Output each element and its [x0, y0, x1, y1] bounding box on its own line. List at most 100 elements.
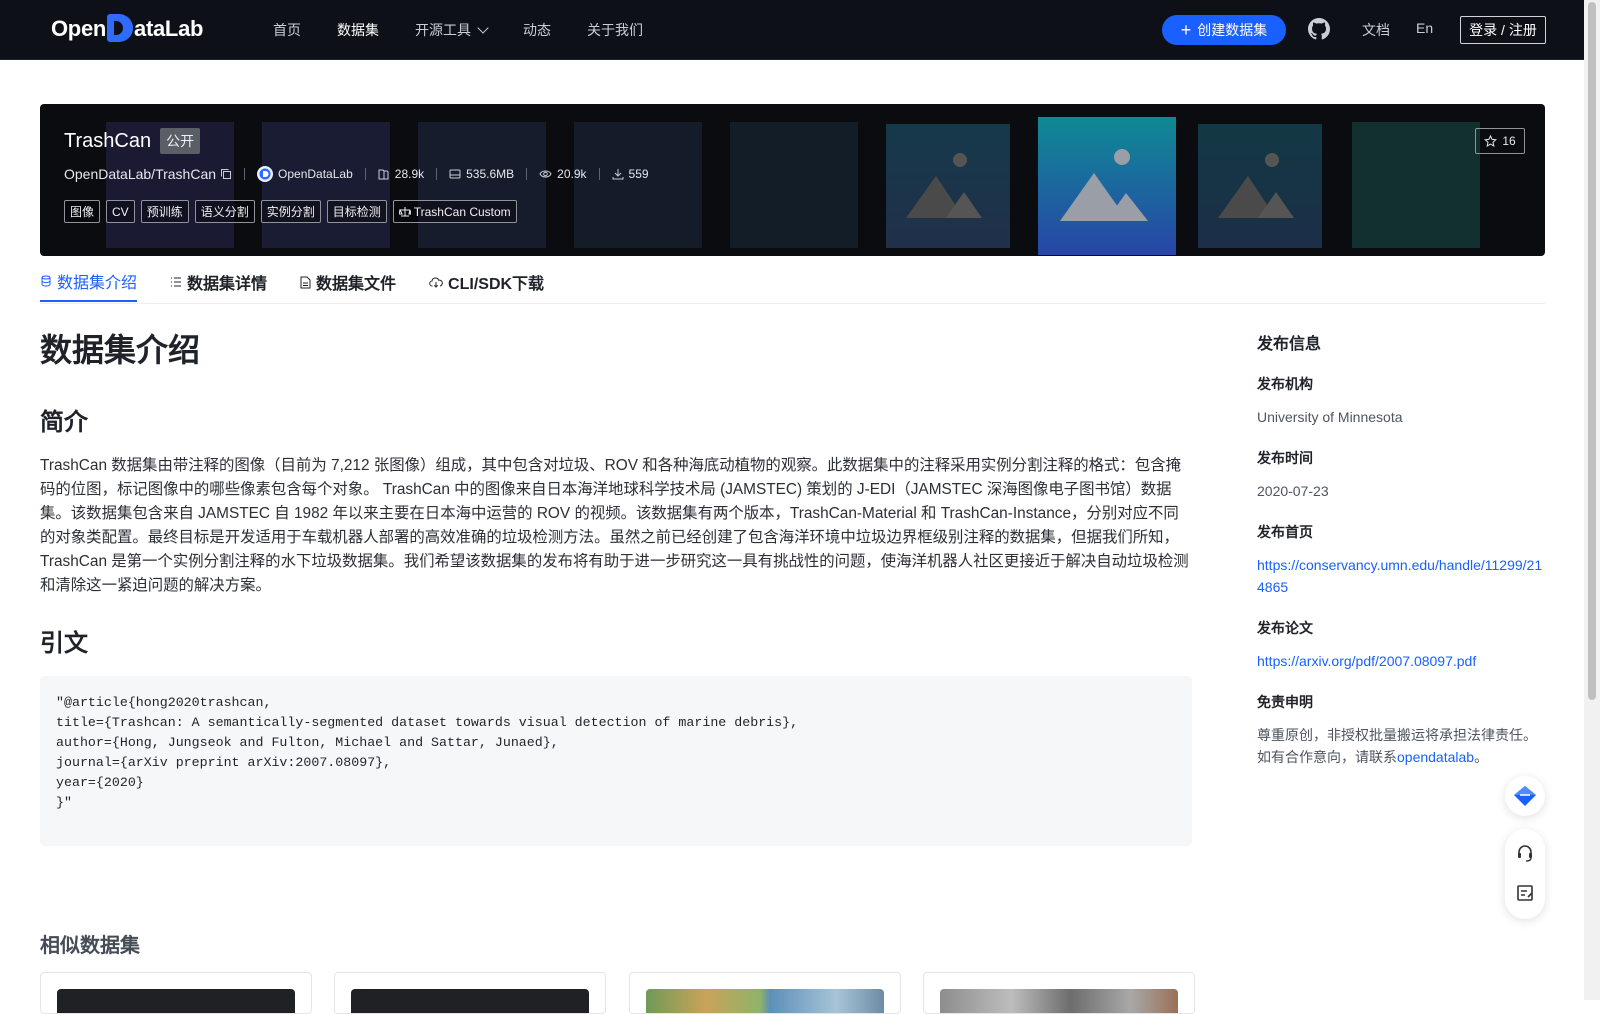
eye-icon: [539, 170, 552, 178]
citation-code-block[interactable]: "@article{hong2020trashcan, title={Trash…: [40, 676, 1192, 846]
tab-details[interactable]: 数据集详情: [170, 262, 267, 302]
meta-divider: [526, 168, 528, 180]
file-count-value: 28.9k: [394, 167, 425, 181]
license-icon: [398, 207, 411, 217]
contact-link[interactable]: opendatalab: [1397, 749, 1474, 765]
disclaimer-text: 尊重原创，非授权批量搬运将承担法律责任。 如有合作意向，请联系opendatal…: [1257, 724, 1547, 768]
page-scrollbar[interactable]: [1584, 0, 1600, 1000]
tag[interactable]: 实例分割: [260, 200, 321, 223]
logo-d-mark: [107, 14, 134, 42]
list-icon: [171, 277, 182, 287]
login-register-button[interactable]: 登录 / 注册: [1460, 16, 1546, 44]
logo-text-right: ataLab: [134, 16, 204, 41]
tag[interactable]: 图像: [64, 200, 101, 223]
date-value: 2020-07-23: [1257, 483, 1329, 499]
opendatalab-logo[interactable]: Open ataLab: [51, 14, 203, 44]
ai-assistant-button[interactable]: [1505, 776, 1545, 816]
homepage-link[interactable]: https://conservancy.umn.edu/handle/11299…: [1257, 554, 1547, 598]
similar-dataset-card[interactable]: [334, 972, 606, 1014]
tab-files[interactable]: 数据集文件: [300, 262, 396, 302]
nav-item-open-tools-label: 开源工具: [415, 21, 471, 38]
dataset-size-value: 535.6MB: [466, 167, 515, 181]
feedback-icon[interactable]: [1515, 883, 1535, 903]
publisher[interactable]: OpenDataLab: [257, 166, 353, 182]
file-icon: [300, 276, 311, 288]
database-icon: [41, 275, 51, 287]
dataset-banner: TrashCan 公开 OpenDataLab/TrashCan OpenDat…: [40, 104, 1545, 256]
tag[interactable]: 目标检测: [326, 200, 387, 223]
paper-label: 发布论文: [1257, 620, 1313, 636]
nav-item-about-label: 关于我们: [587, 21, 643, 38]
chevron-down-icon: [477, 21, 489, 34]
view-count-value: 20.9k: [557, 167, 587, 181]
image-placeholder-icon: [1198, 124, 1322, 248]
nav-item-home[interactable]: 首页: [273, 20, 301, 40]
tag[interactable]: 预训练: [140, 200, 189, 223]
tag[interactable]: CV: [106, 200, 135, 223]
star-icon: [1484, 134, 1498, 147]
intro-text: TrashCan 数据集由带注释的图像（目前为 7,212 张图像）组成，其中包…: [40, 457, 1189, 594]
banner-thumb: [262, 122, 390, 248]
tag[interactable]: 语义分割: [194, 200, 255, 223]
language-switch[interactable]: En: [1416, 20, 1433, 36]
nav-item-datasets[interactable]: 数据集: [337, 20, 379, 40]
view-count: 20.9k: [539, 167, 587, 181]
tab-files-label: 数据集文件: [316, 276, 397, 293]
publisher-name: OpenDataLab: [278, 167, 353, 181]
similar-dataset-card[interactable]: [40, 972, 312, 1014]
tab-cli-sdk[interactable]: CLI/SDK下载: [429, 262, 544, 302]
nav-item-open-tools[interactable]: 开源工具: [415, 20, 489, 40]
download-count-value: 559: [628, 167, 649, 181]
create-dataset-button[interactable]: + 创建数据集: [1162, 15, 1286, 45]
disclaimer-label: 免责申明: [1257, 694, 1313, 710]
similar-dataset-card[interactable]: [629, 972, 901, 1014]
create-dataset-label: 创建数据集: [1197, 22, 1268, 38]
similar-datasets-heading: 相似数据集: [40, 935, 140, 957]
github-icon[interactable]: [1308, 18, 1330, 40]
paper-link[interactable]: https://arxiv.org/pdf/2007.08097.pdf: [1257, 650, 1547, 672]
homepage-label: 发布首页: [1257, 524, 1313, 540]
nav-item-datasets-label: 数据集: [337, 21, 379, 38]
dataset-size: 535.6MB: [449, 167, 514, 181]
docs-link[interactable]: 文档: [1362, 20, 1390, 40]
banner-thumb: [1352, 122, 1480, 248]
disclaimer-line2-prefix: 如有合作意向，请联系: [1257, 749, 1397, 765]
banner-thumb: [418, 122, 546, 248]
star-count: 16: [1502, 134, 1516, 148]
ai-assistant-icon: [1514, 786, 1536, 806]
disclaimer-line1: 尊重原创，非授权批量搬运将承担法律责任。: [1257, 727, 1537, 743]
file-count-icon: [378, 169, 389, 180]
banner-thumb: [730, 122, 858, 248]
nav-item-home-label: 首页: [273, 21, 301, 38]
org-value: University of Minnesota: [1257, 409, 1403, 425]
citation-heading: 引文: [40, 630, 88, 657]
nav-item-about[interactable]: 关于我们: [587, 20, 643, 40]
card-thumbnail: [351, 989, 589, 1013]
scrollbar-thumb[interactable]: [1588, 2, 1596, 700]
nav-item-news[interactable]: 动态: [523, 20, 551, 40]
publish-info-title: 发布信息: [1257, 336, 1322, 353]
org-avatar-icon: [257, 166, 274, 182]
disclaimer-line2-suffix: 。: [1474, 749, 1489, 765]
image-placeholder-icon: [1038, 117, 1176, 255]
intro-heading: 简介: [40, 409, 88, 436]
cloud-icon: [429, 277, 443, 288]
copy-icon[interactable]: [220, 168, 232, 180]
meta-divider: [598, 168, 600, 180]
citation-code: "@article{hong2020trashcan, title={Trash…: [56, 695, 799, 810]
meta-divider: [244, 168, 246, 180]
tab-intro[interactable]: 数据集介绍: [40, 262, 138, 302]
similar-dataset-card[interactable]: [923, 972, 1195, 1014]
floating-tool-bar: [1505, 829, 1545, 919]
top-navbar: Open ataLab 首页 数据集 开源工具 动态 关于我们 + 创建数据集 …: [0, 0, 1584, 60]
tab-intro-label: 数据集介绍: [57, 275, 138, 292]
tag-list: 图像 CV 预训练 语义分割 实例分割 目标检测 TrashCan Custom: [64, 200, 517, 223]
logo-text-left: Open: [51, 16, 107, 41]
headset-icon[interactable]: [1515, 843, 1535, 863]
meta-divider: [436, 168, 438, 180]
nav-item-news-label: 动态: [523, 21, 551, 38]
star-button[interactable]: 16: [1475, 128, 1525, 154]
license-tag[interactable]: TrashCan Custom: [392, 200, 517, 223]
meta-divider: [364, 168, 366, 180]
disk-icon: [449, 169, 461, 179]
